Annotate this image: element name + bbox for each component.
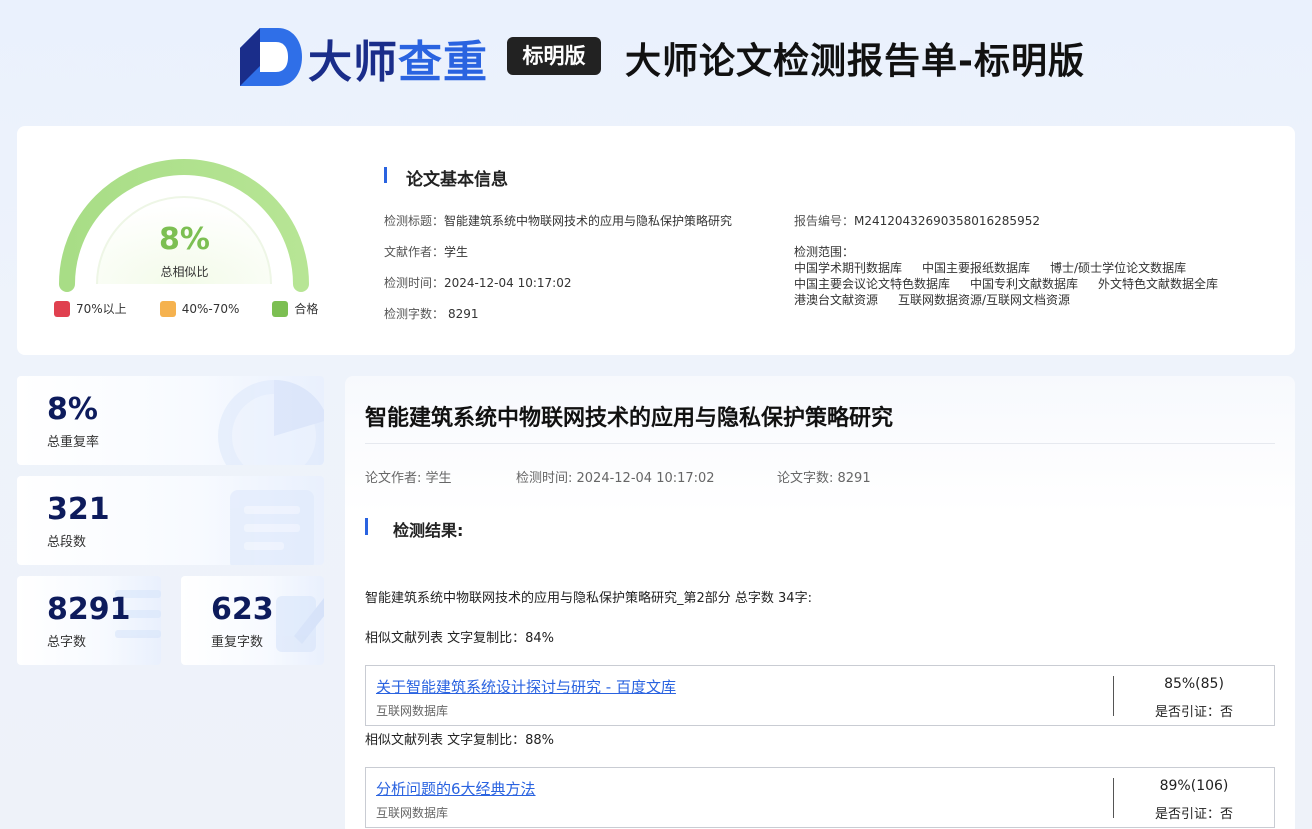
legend-item-high: 70%以上 bbox=[54, 300, 127, 317]
document-word-count: 论文字数: 8291 bbox=[777, 471, 871, 486]
source-similarity: 89%(106) bbox=[1159, 778, 1229, 794]
author-value: 学生 bbox=[444, 245, 469, 259]
similarity-ratio-line: 相似文献列表 文字复制比：84% bbox=[365, 631, 555, 646]
legend-swatch-green bbox=[272, 300, 289, 317]
detect-words-key: 检测字数： bbox=[384, 307, 445, 321]
source-citation-status: 是否引证：否 bbox=[1154, 807, 1233, 822]
result-heading: 检测结果: bbox=[365, 517, 463, 541]
similarity-ratio-line: 相似文献列表 文字复制比：88% bbox=[365, 733, 555, 748]
scope-item: 港澳台文献资源 bbox=[794, 293, 879, 307]
legend-item-mid: 40%-70% bbox=[159, 300, 240, 317]
stat-total-rate: 8% 总重复率 bbox=[17, 376, 324, 465]
legend-swatch-orange bbox=[159, 300, 176, 317]
legend-label: 合格 bbox=[294, 302, 319, 316]
document-detect-time: 检测时间: 2024-12-04 10:17:02 bbox=[516, 471, 715, 486]
scope-item: 外文特色文献数据全库 bbox=[1098, 277, 1219, 291]
detection-detail-panel: 智能建筑系统中物联网技术的应用与隐私保护策略研究 论文作者: 学生 检测时间: … bbox=[345, 376, 1295, 829]
scope-item: 中国主要报纸数据库 bbox=[922, 261, 1031, 275]
part-summary: 智能建筑系统中物联网技术的应用与隐私保护策略研究_第2部分 总字数 34字: bbox=[365, 591, 812, 606]
source-similarity: 85%(85) bbox=[1164, 676, 1224, 692]
similar-source-row: 分析问题的6大经典方法 互联网数据库 89%(106) 是否引证：否 bbox=[365, 767, 1275, 828]
stat-dup-words-label: 重复字数 bbox=[211, 635, 264, 650]
scope-list: 中国学术期刊数据库 中国主要报纸数据库 博士/硕士学位论文数据库 中国主要会议论文特… bbox=[794, 260, 1274, 308]
stat-words-value: 8291 bbox=[47, 592, 131, 627]
scope-item: 中国学术期刊数据库 bbox=[794, 261, 903, 275]
document-title: 智能建筑系统中物联网技术的应用与隐私保护策略研究 bbox=[365, 406, 894, 431]
detect-time-value: 2024-12-04 10:17:02 bbox=[444, 276, 572, 290]
document-author: 论文作者: 学生 bbox=[365, 471, 452, 486]
source-link[interactable]: 分析问题的6大经典方法 bbox=[376, 778, 536, 799]
detect-words-value: 8291 bbox=[448, 307, 479, 321]
source-database: 互联网数据库 bbox=[376, 704, 449, 718]
stat-paragraphs: 321 总段数 bbox=[17, 476, 324, 565]
detect-words-row: 检测字数： 8291 bbox=[384, 305, 479, 322]
detect-title-key: 检测标题： bbox=[384, 214, 445, 228]
legend-swatch-red bbox=[54, 300, 70, 317]
report-number-value: M241204326903580162859​52 bbox=[854, 214, 1040, 228]
similarity-caption: 总相似比 bbox=[160, 265, 209, 279]
source-citation-status: 是否引证：否 bbox=[1154, 705, 1233, 720]
stat-total-rate-value: 8% bbox=[47, 392, 98, 427]
detect-title-row: 检测标题：智能建筑系统中物联网技术的应用与隐私保护策略研究 bbox=[384, 212, 732, 229]
basic-info-card: 8% 总相似比 70%以上 40%-70% 合格 论文基本信息 检测标题：智能建… bbox=[17, 126, 1295, 355]
basic-info-heading: 论文基本信息 bbox=[384, 165, 508, 190]
legend-label: 70%以上 bbox=[76, 302, 127, 316]
source-database: 互联网数据库 bbox=[376, 806, 449, 820]
scope-item: 中国主要会议论文特色数据库 bbox=[794, 277, 951, 291]
stat-dup-words-value: 623 bbox=[211, 592, 274, 627]
edition-badge: 标明版 bbox=[507, 37, 601, 75]
stat-paragraphs-label: 总段数 bbox=[47, 535, 87, 550]
author-key: 文献作者： bbox=[384, 245, 445, 259]
brand-logo-icon bbox=[240, 28, 302, 86]
scope-item: 互联网数据资源/互联网文档资源 bbox=[898, 293, 1071, 307]
scope-item: 中国专利文献数据库 bbox=[970, 277, 1079, 291]
source-link[interactable]: 关于智能建筑系统设计探讨与研究 - 百度文库 bbox=[376, 676, 676, 697]
report-number-row: 报告编号：M241204326903580162859​52 bbox=[794, 212, 1040, 229]
similar-source-row: 关于智能建筑系统设计探讨与研究 - 百度文库 互联网数据库 85%(85) 是否… bbox=[365, 665, 1275, 726]
title-divider bbox=[365, 443, 1275, 444]
similarity-value: 8% bbox=[159, 222, 210, 257]
document-icon bbox=[230, 490, 314, 565]
author-row: 文献作者：学生 bbox=[384, 243, 468, 260]
brand-name: 大师查重 bbox=[308, 37, 488, 88]
stat-words: 8291 总字数 bbox=[17, 576, 161, 665]
detect-title-value: 智能建筑系统中物联网技术的应用与隐私保护策略研究 bbox=[444, 214, 733, 228]
stat-words-label: 总字数 bbox=[47, 635, 87, 650]
detect-time-key: 检测时间： bbox=[384, 276, 445, 290]
detect-time-row: 检测时间：2024-12-04 10:17:02 bbox=[384, 274, 571, 291]
report-number-key: 报告编号： bbox=[794, 214, 855, 228]
gauge-legend: 70%以上 40%-70% 合格 bbox=[54, 300, 351, 317]
pie-chart-icon bbox=[218, 379, 324, 465]
scope-key: 检测范围： bbox=[794, 245, 855, 259]
report-header: 大师查重 标明版 大师论文检测报告单-标明版 bbox=[0, 0, 1312, 115]
report-title: 大师论文检测报告单-标明版 bbox=[625, 41, 1085, 82]
stat-dup-words: 623 重复字数 bbox=[181, 576, 324, 665]
stat-paragraphs-value: 321 bbox=[47, 492, 110, 527]
legend-label: 40%-70% bbox=[181, 301, 240, 316]
scope-item: 博士/硕士学位论文数据库 bbox=[1050, 261, 1187, 275]
legend-item-pass: 合格 bbox=[272, 300, 318, 317]
stat-total-rate-label: 总重复率 bbox=[47, 435, 100, 450]
